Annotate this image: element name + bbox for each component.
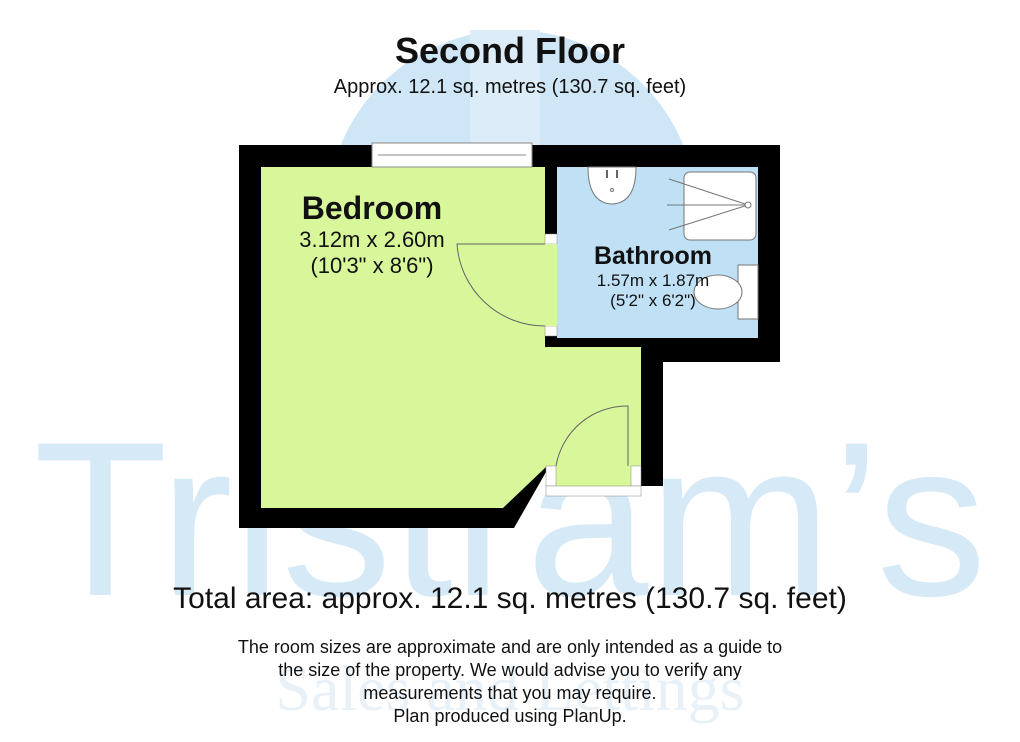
room-dimensions-metric: 1.57m x 1.87m <box>596 271 710 290</box>
room-name: Bedroom <box>301 190 443 226</box>
room-label-bedroom: Bedroom 3.12m x 2.60m (10'3" x 8'6") <box>262 190 482 279</box>
door-jamb <box>545 465 557 487</box>
room-dimensions-imperial: (5'2" x 6'2") <box>610 291 696 310</box>
room-label-bathroom: Bathroom 1.57m x 1.87m (5'2" x 6'2") <box>553 242 753 311</box>
disclaimer-line: measurements that you may require. <box>363 683 657 703</box>
total-area: Total area: approx. 12.1 sq. metres (130… <box>173 582 847 615</box>
door-jamb <box>630 465 642 487</box>
door-threshold <box>545 485 642 497</box>
room-dimensions-imperial: (10'3" x 8'6") <box>310 253 434 278</box>
disclaimer: The room sizes are approximate and are o… <box>0 636 1020 728</box>
floor-plan <box>239 142 780 528</box>
disclaimer-line: The room sizes are approximate and are o… <box>237 637 783 657</box>
door-jamb <box>544 325 558 337</box>
disclaimer-line: Plan produced using PlanUp. <box>393 706 627 726</box>
room-dimensions-metric: 3.12m x 2.60m <box>299 227 445 252</box>
disclaimer-line: the size of the property. We would advis… <box>278 660 742 680</box>
room-name: Bathroom <box>593 242 713 270</box>
